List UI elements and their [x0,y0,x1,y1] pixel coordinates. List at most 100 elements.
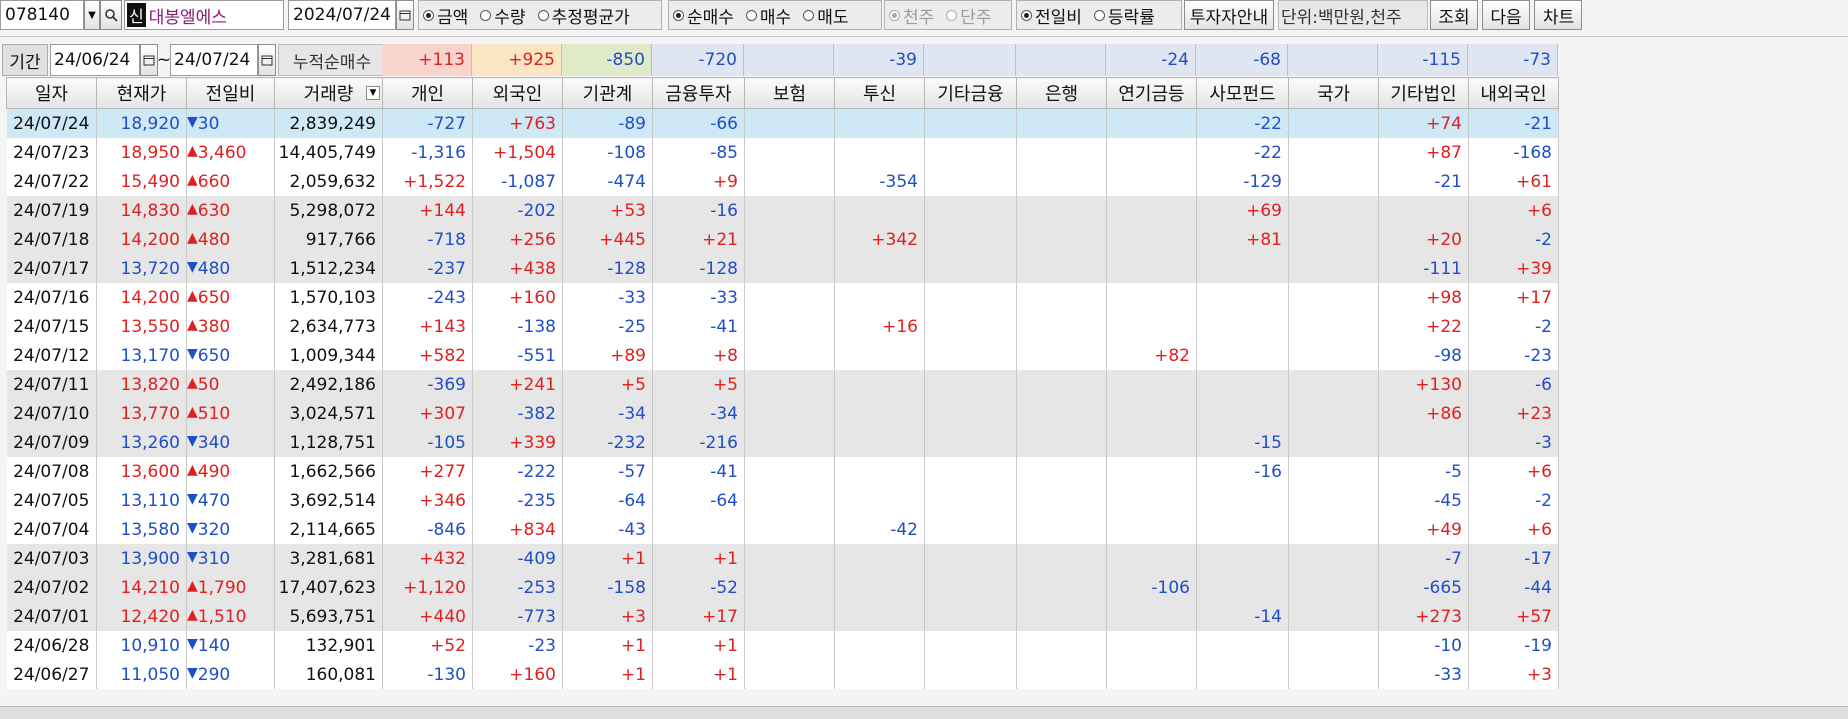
column-header[interactable]: 사모펀드 [1196,77,1289,109]
chart-button[interactable]: 차트 [1534,0,1582,30]
chevron-down-icon[interactable]: ▼ [366,86,380,100]
change-cell: ▼ 140 [186,631,275,660]
column-header[interactable]: 기타법인 [1378,77,1469,109]
investor-value-cell [1106,399,1197,428]
table-row[interactable]: 24/07/02 14,210 ▲ 1,790 17,407,623 +1,120 -253… [6,573,1559,602]
volume-cell: 3,024,571 [274,399,383,428]
cumulative-sum-cell: -73 [1468,44,1558,76]
volume-cell: 1,128,751 [274,428,383,457]
investor-value-cell [924,544,1017,573]
table-row[interactable]: 24/06/27 11,050 ▼ 290 160,081 -130 +160 +1 +1 -33… [6,660,1559,689]
column-header[interactable]: 국가 [1288,77,1379,109]
investor-value-cell [834,428,925,457]
column-header[interactable]: 일자 [6,77,97,109]
investor-guide-button[interactable]: 투자자안내 [1184,0,1274,30]
unit-text: 단위:백만원,천주 [1278,0,1428,30]
investor-value-cell [1016,341,1107,370]
investor-value-cell [834,573,925,602]
stock-name-field[interactable]: 신 대봉엘에스 [124,0,284,30]
investor-value-cell: -22 [1196,108,1289,138]
table-row[interactable]: 24/07/08 13,600 ▲ 490 1,662,566 +277 -222 -57 -4… [6,457,1559,486]
investor-value-cell [1106,660,1197,689]
column-header[interactable]: 외국인 [472,77,563,109]
table-row[interactable]: 24/06/28 10,910 ▼ 140 132,901 +52 -23 +1 +1 -10 -1… [6,631,1559,660]
unit-radio-1[interactable]: 단주 [946,3,992,28]
trade-radio-1[interactable]: 매수 [745,3,791,28]
table-row[interactable]: 24/07/11 13,820 ▲ 50 2,492,186 -369 +241 +5 +5 +1… [6,370,1559,399]
cumulative-sum-cell: -68 [1196,44,1288,76]
investor-value-cell [924,457,1017,486]
trade-radio-2[interactable]: 매도 [803,3,848,28]
to-calendar-button[interactable] [258,44,276,76]
investor-value-cell [924,573,1017,602]
investor-value-cell: +22 [1378,312,1469,341]
search-button[interactable] [100,0,122,30]
trade-radio-0[interactable]: 순매수 [673,3,734,28]
column-header[interactable]: 개인 [382,77,473,109]
triangle-down-icon: ▼ [187,519,198,536]
investor-value-cell [1288,225,1379,254]
table-row[interactable]: 24/07/15 13,550 ▲ 380 2,634,773 +143 -138 -25 -4… [6,312,1559,341]
horizontal-scrollbar[interactable] [0,706,1848,719]
query-button[interactable]: 조회 [1430,0,1478,30]
column-header[interactable]: 내외국인 [1468,77,1559,109]
table-row[interactable]: 24/07/01 12,420 ▲ 1,510 5,693,751 +440 -773 +3 +… [6,602,1559,631]
investor-value-cell [924,660,1017,689]
table-row[interactable]: 24/07/03 13,900 ▼ 310 3,281,681 +432 -409 +1 +1-… [6,544,1559,573]
investor-value-cell [1288,254,1379,283]
period-to-input[interactable]: 24/07/24 [170,44,258,76]
column-header[interactable]: 거래량 ▼ [274,77,383,109]
investor-value-cell: -34 [562,399,653,428]
column-header[interactable]: 보험 [744,77,835,109]
table-row[interactable]: 24/07/22 15,490 ▲ 660 2,059,632 +1,522 -1,087-… [6,167,1559,196]
investor-value-cell [1016,457,1107,486]
investor-value-cell [652,515,745,544]
compare-radio-1[interactable]: 등락률 [1093,3,1155,28]
date-input[interactable]: 2024/07/24 [288,0,396,30]
amount-radio-1[interactable]: 수량 [480,3,526,28]
from-calendar-button[interactable] [140,44,158,76]
change-cell: ▲ 1,510 [186,602,275,631]
table-row[interactable]: 24/07/12 13,170 ▼ 650 1,009,344 +582 -551 +89 +8… [6,341,1559,370]
table-row[interactable]: 24/07/17 13,720 ▼ 480 1,512,234 -237 +438 -128-… [6,254,1559,283]
investor-value-cell [834,254,925,283]
price-cell: 13,170 [96,341,187,370]
change-cell: ▲ 630 [186,196,275,225]
period-from-input[interactable]: 24/06/24 [50,44,140,76]
amount-radio-0[interactable]: 금액 [423,3,468,28]
investor-value-cell: -202 [472,196,563,225]
table-row[interactable]: 24/07/23 18,950 ▲ 3,460 14,405,749 -1,316 +1,5… [6,138,1559,167]
code-dropdown-button[interactable]: ▼ [84,0,100,30]
investor-value-cell: +9 [652,167,745,196]
table-row[interactable]: 24/07/24 18,920 ▼ 30 2,839,249 -727 +763 -89 -66… [6,108,1559,138]
column-header[interactable]: 투신 [834,77,925,109]
column-header[interactable]: 전일비 [186,77,275,109]
column-header[interactable]: 현재가 [96,77,187,109]
table-row[interactable]: 24/07/16 14,200 ▲ 650 1,570,103 -243 +160 -33 -3… [6,283,1559,312]
investor-value-cell [1106,108,1197,138]
table-row[interactable]: 24/07/05 13,110 ▼ 470 3,692,514 +346 -235 -64 -6… [6,486,1559,515]
investor-value-cell [924,167,1017,196]
table-row[interactable]: 24/07/10 13,770 ▲ 510 3,024,571 +307 -382 -34 -3… [6,399,1559,428]
unit-radio-0[interactable]: 천주 [889,3,934,28]
change-cell: ▼ 340 [186,428,275,457]
amount-radio-2[interactable]: 추정평균가 [537,3,630,28]
investor-value-cell: +87 [1378,138,1469,167]
column-header[interactable]: 기타금융 [924,77,1017,109]
investor-value-cell: -2 [1468,312,1559,341]
price-cell: 13,110 [96,486,187,515]
change-cell: ▼ 320 [186,515,275,544]
cumulative-sum-cell: -115 [1378,44,1468,76]
table-row[interactable]: 24/07/04 13,580 ▼ 320 2,114,665 -846 +834 -43 -4… [6,515,1559,544]
column-header[interactable]: 은행 [1016,77,1107,109]
next-button[interactable]: 다음 [1482,0,1530,30]
column-header[interactable]: 금융투자 [652,77,745,109]
table-row[interactable]: 24/07/09 13,260 ▼ 340 1,128,751 -105 +339 -232-… [6,428,1559,457]
calendar-button[interactable] [396,0,414,30]
column-header[interactable]: 연기금등 [1106,77,1197,109]
stock-code-input[interactable]: 078140 [0,0,84,30]
compare-radio-0[interactable]: 전일비 [1021,3,1082,28]
table-row[interactable]: 24/07/18 14,200 ▲ 480 917,766 -718 +256 +445 +21… [6,225,1559,254]
column-header[interactable]: 기관계 [562,77,653,109]
table-row[interactable]: 24/07/19 14,830 ▲ 630 5,298,072 +144 -202 +53 -1… [6,196,1559,225]
